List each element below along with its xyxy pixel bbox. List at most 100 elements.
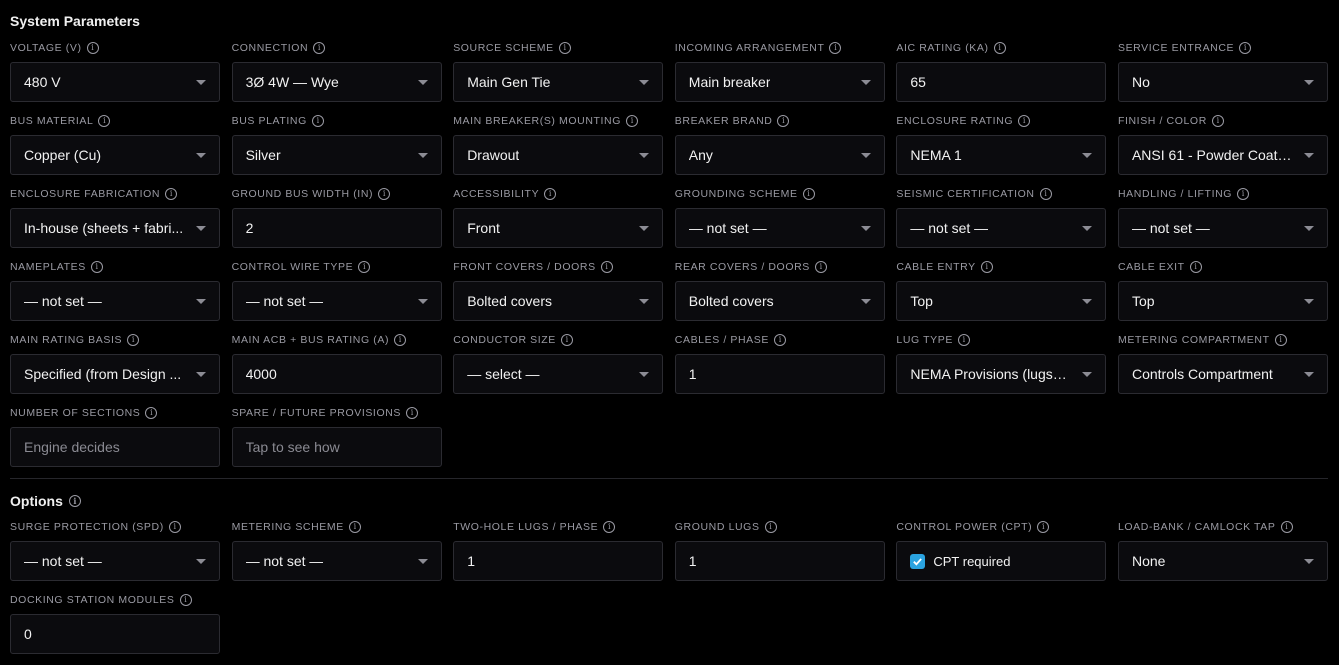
control-wire-type-select[interactable]: — not set — bbox=[231, 281, 442, 321]
info-icon[interactable]: i bbox=[802, 188, 815, 200]
info-icon[interactable]: i bbox=[544, 188, 557, 200]
field-label-text: SOURCE SCHEME bbox=[453, 42, 554, 54]
field-label-text: METERING COMPARTMENT bbox=[1117, 334, 1270, 346]
section-divider bbox=[10, 478, 1328, 479]
field-cables-phase: CABLES / PHASE i 1 bbox=[674, 332, 885, 405]
info-icon[interactable]: i bbox=[1037, 521, 1050, 533]
info-icon[interactable]: i bbox=[311, 115, 324, 127]
info-icon[interactable]: i bbox=[394, 334, 407, 346]
select-value: NEMA Provisions (lugs b... bbox=[910, 366, 1071, 382]
nameplates-select[interactable]: — not set — bbox=[10, 281, 220, 321]
field-label: HANDLING / LIFTING i bbox=[1118, 186, 1328, 202]
cables-phase-input[interactable]: 1 bbox=[674, 354, 885, 394]
select-value: — not set — bbox=[245, 553, 324, 569]
info-icon[interactable]: i bbox=[68, 495, 81, 507]
field-label: NUMBER OF SECTIONS i bbox=[10, 405, 220, 421]
info-icon[interactable]: i bbox=[814, 261, 827, 273]
handling-lifting-select[interactable]: — not set — bbox=[1117, 208, 1328, 248]
lug-type-select[interactable]: NEMA Provisions (lugs b... bbox=[896, 354, 1107, 394]
grounding-scheme-select[interactable]: — not set — bbox=[674, 208, 885, 248]
docking-station-modules-input[interactable]: 0 bbox=[10, 614, 220, 654]
select-value: Main Gen Tie bbox=[467, 74, 551, 90]
info-icon[interactable]: i bbox=[378, 188, 391, 200]
info-icon[interactable]: i bbox=[829, 42, 842, 54]
info-icon[interactable]: i bbox=[127, 334, 140, 346]
info-icon[interactable]: i bbox=[980, 261, 993, 273]
main-rating-basis-select[interactable]: Specified (from Design ... bbox=[10, 354, 220, 394]
select-value: — not set — bbox=[245, 293, 324, 309]
info-icon[interactable]: i bbox=[348, 521, 361, 533]
control-power-cpt-checkbox[interactable]: CPT required bbox=[896, 541, 1107, 581]
surge-protection-spd-select[interactable]: — not set — bbox=[10, 541, 220, 581]
info-icon[interactable]: i bbox=[600, 261, 613, 273]
info-icon[interactable]: i bbox=[560, 334, 573, 346]
cable-exit-select[interactable]: Top bbox=[1117, 281, 1328, 321]
main-breaker-s-mounting-select[interactable]: Drawout bbox=[453, 135, 664, 175]
section-title-text: System Parameters bbox=[10, 13, 140, 29]
select-value: — not set — bbox=[1131, 220, 1210, 236]
info-icon[interactable]: i bbox=[1274, 334, 1287, 346]
accessibility-select[interactable]: Front bbox=[453, 208, 664, 248]
connection-select[interactable]: 3Ø 4W — Wye bbox=[231, 62, 442, 102]
metering-scheme-select[interactable]: — not set — bbox=[231, 541, 442, 581]
info-icon[interactable]: i bbox=[993, 42, 1006, 54]
rear-covers-doors-select[interactable]: Bolted covers bbox=[674, 281, 885, 321]
spare-future-provisions-input[interactable]: Tap to see how bbox=[231, 427, 442, 467]
check-icon[interactable] bbox=[910, 553, 926, 569]
voltage-v-select[interactable]: 480 V bbox=[10, 62, 220, 102]
conductor-size-select[interactable]: — select — bbox=[453, 354, 664, 394]
metering-compartment-select[interactable]: Controls Compartment bbox=[1117, 354, 1328, 394]
field-label-text: NAMEPLATES bbox=[10, 261, 86, 273]
field-nameplates: NAMEPLATES i — not set — bbox=[10, 259, 220, 332]
cable-entry-select[interactable]: Top bbox=[896, 281, 1107, 321]
breaker-brand-select[interactable]: Any bbox=[674, 135, 885, 175]
info-icon[interactable]: i bbox=[1239, 42, 1252, 54]
chevron-down-icon bbox=[860, 226, 871, 231]
info-icon[interactable]: i bbox=[626, 115, 639, 127]
source-scheme-select[interactable]: Main Gen Tie bbox=[453, 62, 664, 102]
chevron-down-icon bbox=[1303, 559, 1314, 564]
chevron-down-icon bbox=[1082, 153, 1093, 158]
info-icon[interactable]: i bbox=[1039, 188, 1052, 200]
finish-color-select[interactable]: ANSI 61 - Powder Coated bbox=[1117, 135, 1328, 175]
incoming-arrangement-select[interactable]: Main breaker bbox=[674, 62, 885, 102]
info-icon[interactable]: i bbox=[1018, 115, 1031, 127]
info-icon[interactable]: i bbox=[179, 594, 192, 606]
info-icon[interactable]: i bbox=[313, 42, 326, 54]
field-label: MAIN BREAKER(S) MOUNTING i bbox=[453, 113, 663, 129]
ground-bus-width-in-input[interactable]: 2 bbox=[231, 208, 442, 248]
info-icon[interactable]: i bbox=[86, 42, 99, 54]
info-icon[interactable]: i bbox=[90, 261, 103, 273]
info-icon[interactable]: i bbox=[406, 407, 419, 419]
number-of-sections-input[interactable]: Engine decides bbox=[10, 427, 220, 467]
info-icon[interactable]: i bbox=[777, 115, 790, 127]
info-icon[interactable]: i bbox=[98, 115, 111, 127]
info-icon[interactable]: i bbox=[1237, 188, 1250, 200]
info-icon[interactable]: i bbox=[165, 188, 178, 200]
info-icon[interactable]: i bbox=[1280, 521, 1293, 533]
info-icon[interactable]: i bbox=[358, 261, 371, 273]
info-icon[interactable]: i bbox=[603, 521, 616, 533]
select-value: Any bbox=[688, 147, 713, 163]
field-main-breaker-s-mounting: MAIN BREAKER(S) MOUNTING i Drawout bbox=[453, 113, 664, 186]
info-icon[interactable]: i bbox=[764, 521, 777, 533]
two-hole-lugs-phase-input[interactable]: 1 bbox=[453, 541, 664, 581]
bus-material-select[interactable]: Copper (Cu) bbox=[10, 135, 220, 175]
front-covers-doors-select[interactable]: Bolted covers bbox=[453, 281, 664, 321]
main-acb-bus-rating-a-input[interactable]: 4000 bbox=[231, 354, 442, 394]
ground-lugs-input[interactable]: 1 bbox=[674, 541, 885, 581]
info-icon[interactable]: i bbox=[957, 334, 970, 346]
info-icon[interactable]: i bbox=[168, 521, 181, 533]
enclosure-rating-select[interactable]: NEMA 1 bbox=[896, 135, 1107, 175]
seismic-certification-select[interactable]: — not set — bbox=[896, 208, 1107, 248]
info-icon[interactable]: i bbox=[773, 334, 786, 346]
info-icon[interactable]: i bbox=[145, 407, 158, 419]
aic-rating-ka-input[interactable]: 65 bbox=[896, 62, 1107, 102]
bus-plating-select[interactable]: Silver bbox=[231, 135, 442, 175]
info-icon[interactable]: i bbox=[558, 42, 571, 54]
load-bank-camlock-tap-select[interactable]: None bbox=[1117, 541, 1328, 581]
service-entrance-select[interactable]: No bbox=[1117, 62, 1328, 102]
info-icon[interactable]: i bbox=[1189, 261, 1202, 273]
enclosure-fabrication-select[interactable]: In-house (sheets + fabri... bbox=[10, 208, 220, 248]
info-icon[interactable]: i bbox=[1211, 115, 1224, 127]
